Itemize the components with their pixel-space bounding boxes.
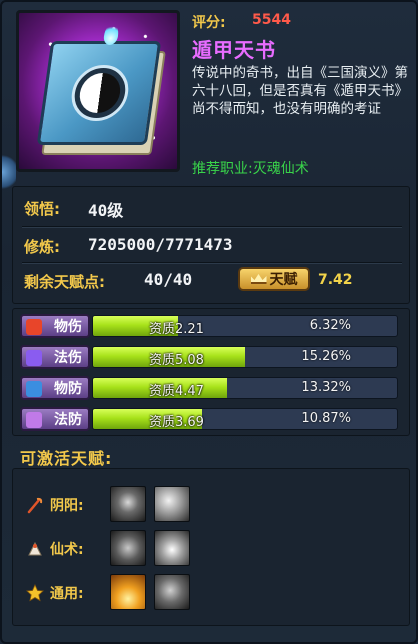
swirl-skill-icon[interactable] [154,486,190,522]
attribute-bar: 资质4.47 13.32% [92,377,398,399]
comprehension-value: 40级 [88,201,124,220]
attribute-row: 物防 资质4.47 13.32% [20,376,398,400]
talent-button[interactable]: 天赋 [238,267,310,291]
item-name: 遁甲天书 [192,38,276,62]
talent-row-immortal: 仙术: [26,530,226,568]
aptitude-text: 资质2.21 [149,322,204,337]
attribute-label: 物伤 [54,319,82,335]
talent-points-label: 剩余天赋点: [24,273,105,291]
cultivation-label: 修炼: [24,238,60,256]
staff-icon [27,497,43,514]
fan-icon [28,541,42,556]
divider [22,262,402,263]
percent-text: 10.87% [301,411,351,426]
talent-row-general: 通用: [26,574,226,612]
attribute-label: 法防 [54,412,82,428]
dragon-skill-icon[interactable] [154,574,190,610]
attribute-tag: 法伤 [20,345,90,369]
burst-skill-icon[interactable] [154,530,190,566]
attribute-row: 法伤 资质5.08 15.26% [20,345,398,369]
wing-icon [26,412,42,428]
cultivation-value: 7205000/7771473 [88,235,233,254]
aptitude-text: 资质4.47 [149,384,204,399]
attribute-label: 物防 [54,381,82,397]
talent-label: 阴阳: [50,498,84,514]
attribute-row: 物伤 资质2.21 6.32% [20,314,398,338]
talent-value: 7.42 [318,272,353,288]
attribute-bar: 资质5.08 15.26% [92,346,398,368]
aptitude-text: 资质3.69 [149,415,204,430]
talent-label: 仙术: [50,542,84,558]
percent-text: 13.32% [301,380,351,395]
percent-text: 15.26% [301,349,351,364]
talents-title: 可激活天赋: [20,449,113,468]
item-tooltip-panel: 评分: 5544 遁甲天书 传说中的奇书，出自《三国演义》第六十八回，但是否真有… [0,0,418,644]
book-icon [16,10,180,172]
crown-icon [250,274,267,284]
percent-text: 6.32% [309,318,351,333]
flame-skill-icon[interactable] [110,574,146,610]
sword-icon [26,319,42,335]
score-label: 评分: [192,15,226,31]
attribute-tag: 物伤 [20,314,90,338]
claw-skill-icon[interactable] [110,530,146,566]
skull-skill-icon[interactable] [110,486,146,522]
star-icon [26,584,44,602]
talent-points-value: 40/40 [144,270,193,289]
shield-icon [26,381,42,397]
recommended-career: 推荐职业:灭魂仙术 [192,161,309,177]
magic-icon [26,350,42,366]
talent-label: 通用: [50,586,84,602]
talent-button-label: 天赋 [269,272,298,288]
attribute-bar: 资质3.69 10.87% [92,408,398,430]
attribute-row: 法防 资质3.69 10.87% [20,407,398,431]
divider [22,226,402,227]
attribute-tag: 法防 [20,407,90,431]
score-value: 5544 [252,12,291,28]
attribute-tag: 物防 [20,376,90,400]
talent-row-yinyang: 阴阳: [26,486,226,524]
attribute-label: 法伤 [54,350,82,366]
aptitude-text: 资质5.08 [149,353,204,368]
comprehension-label: 领悟: [24,200,60,218]
item-description: 传说中的奇书，出自《三国演义》第六十八回，但是否真有《遁甲天书》尚不得而知，也没… [192,65,408,117]
attribute-bar: 资质2.21 6.32% [92,315,398,337]
